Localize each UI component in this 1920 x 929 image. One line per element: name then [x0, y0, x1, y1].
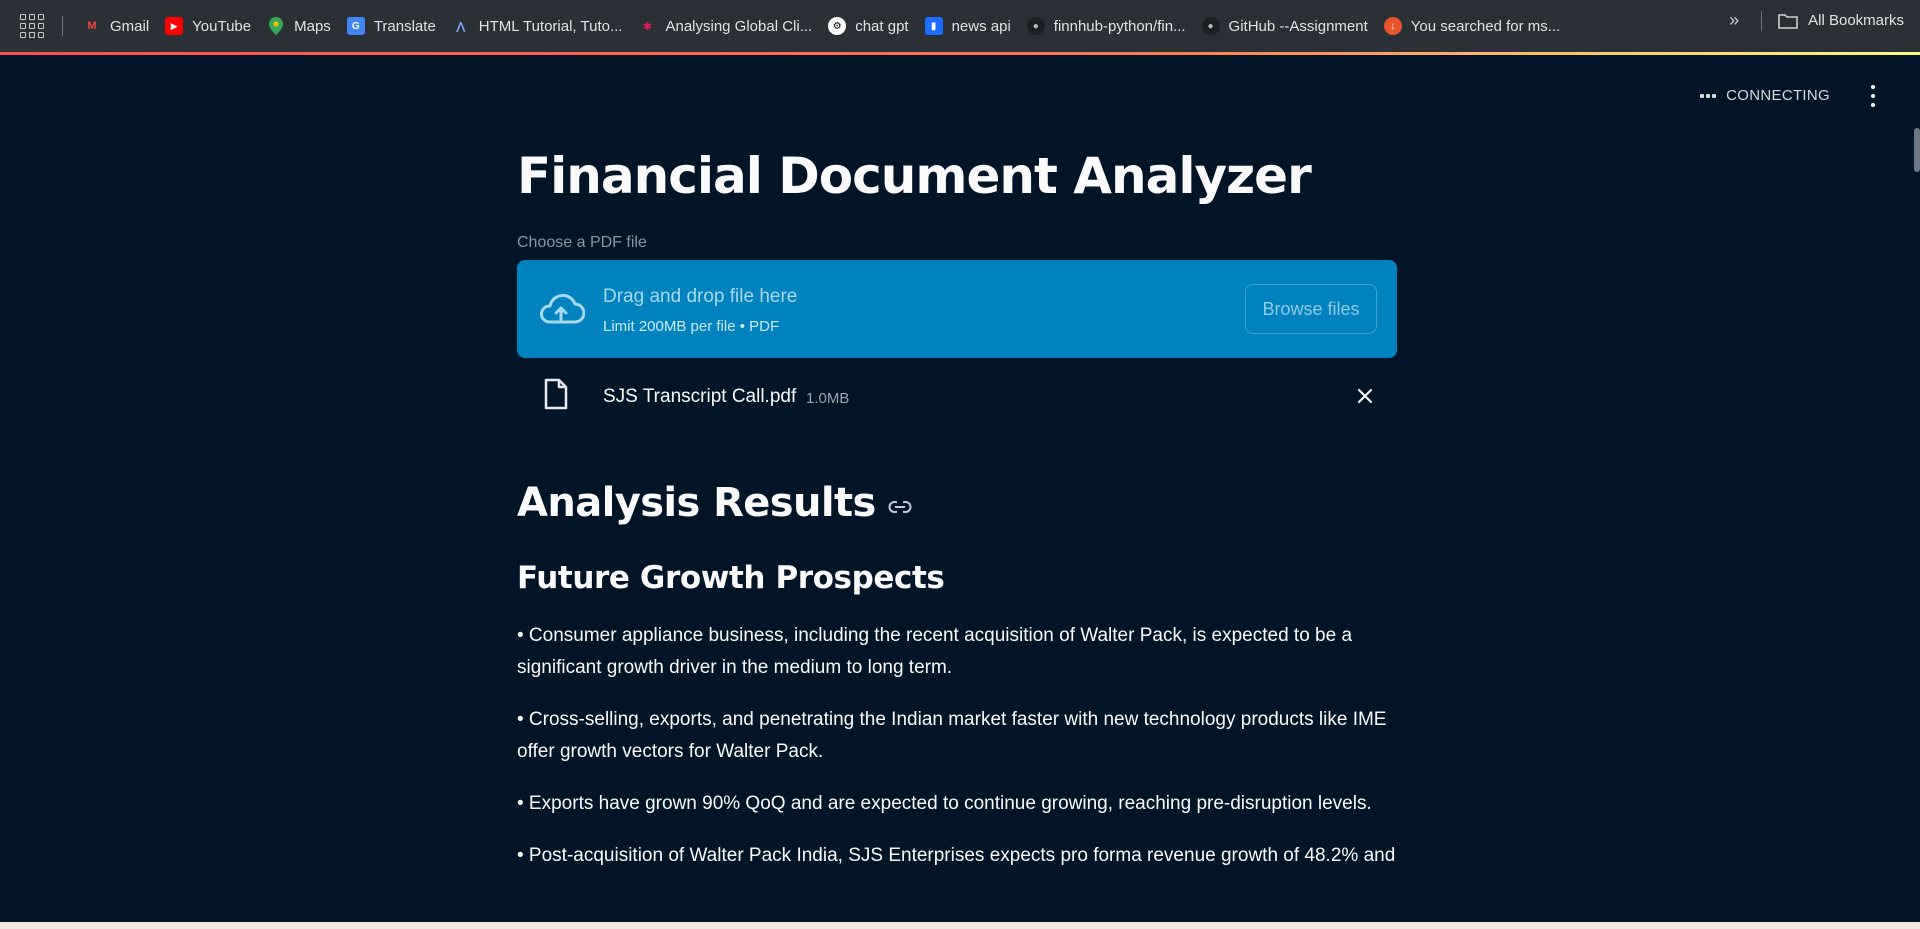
bottom-edge [0, 922, 1920, 929]
bookmark-label: finnhub-python/fin... [1053, 17, 1186, 35]
github-icon: ● [1026, 17, 1045, 35]
page-title: Financial Document Analyzer [517, 147, 1312, 205]
streamlit-app: CONNECTING Financial Document Analyzer C… [0, 55, 1920, 929]
bookmark-maps[interactable]: Maps [259, 10, 339, 42]
results-heading-text: Analysis Results [517, 480, 876, 526]
dropzone-title: Drag and drop file here [603, 286, 798, 307]
bookmark-label: Translate [373, 17, 436, 35]
main-menu-icon[interactable] [1868, 85, 1878, 107]
bookmarks-divider [62, 16, 63, 36]
maps-icon [267, 17, 285, 35]
browse-files-button[interactable]: Browse files [1245, 284, 1377, 334]
bookmark-label: You searched for ms... [1410, 17, 1561, 35]
list-item: • Exports have grown 90% QoQ and are exp… [517, 793, 1372, 814]
youtube-icon: ▶ [165, 17, 184, 35]
list-item: • Consumer appliance business, including… [517, 625, 1353, 678]
bookmark-news-api[interactable]: ▮ news api [917, 10, 1019, 42]
bookmark-label: HTML Tutorial, Tuto... [478, 17, 623, 35]
bookmark-label: YouTube [192, 17, 252, 35]
bookmark-label: Gmail [110, 17, 150, 35]
file-dropzone[interactable]: Drag and drop file here Limit 200MB per … [517, 260, 1397, 358]
all-bookmarks-label: All Bookmarks [1808, 12, 1904, 29]
bookmark-github-assignment[interactable]: ● GitHub --Assignment [1194, 10, 1376, 42]
bookmark-gmail[interactable]: M Gmail [75, 10, 157, 42]
section-heading: Future Growth Prospects [517, 560, 945, 596]
bookmark-label: news api [951, 17, 1011, 35]
all-bookmarks-button[interactable]: All Bookmarks [1778, 12, 1904, 29]
chevron-double-right-icon[interactable]: » [1729, 10, 1739, 31]
bookmark-translate[interactable]: G Translate [339, 10, 444, 42]
bookmark-label: Analysing Global Cli... [665, 17, 813, 35]
list-item: • Post-acquisition of Walter Pack India,… [517, 845, 1396, 866]
apps-grid-icon[interactable] [20, 14, 44, 38]
bookmark-label: Maps [294, 17, 331, 35]
connection-status: CONNECTING [1700, 87, 1830, 104]
uploaded-file-name: SJS Transcript Call.pdf [603, 386, 797, 407]
bookmark-label: GitHub --Assignment [1228, 17, 1368, 35]
scrollbar[interactable] [1914, 128, 1920, 172]
remove-file-icon[interactable] [1353, 384, 1377, 408]
bookmark-finnhub[interactable]: ● finnhub-python/fin... [1019, 10, 1194, 42]
anchor-link-icon[interactable] [888, 500, 912, 514]
bookmark-youtube[interactable]: ▶ YouTube [157, 10, 259, 42]
uploaded-file-size: 1.0MB [806, 390, 850, 407]
cloud-upload-icon [540, 293, 585, 324]
gmail-icon: M [87, 20, 97, 32]
list-item: • Cross-selling, exports, and penetratin… [517, 709, 1387, 762]
dropzone-subtitle: Limit 200MB per file • PDF [603, 318, 780, 335]
bookmark-analysing-global[interactable]: ✱ Analysing Global Cli... [630, 10, 820, 42]
connecting-icon [1700, 93, 1717, 98]
file-icon [544, 378, 568, 410]
uploaded-file-row: SJS Transcript Call.pdf 1.0MB [517, 372, 1397, 420]
bookmark-html-tutorial[interactable]: ⋀ HTML Tutorial, Tuto... [444, 10, 631, 42]
newsapi-icon: ▮ [924, 17, 943, 35]
status-text: CONNECTING [1726, 87, 1830, 104]
bookmarks-bar: M Gmail ▶ YouTube Maps G Translate ⋀ HTM… [0, 0, 1920, 52]
w3schools-icon: ⋀ [456, 20, 466, 33]
github-icon: ● [1201, 17, 1220, 35]
bookmark-chat-gpt[interactable]: ⚙ chat gpt [820, 10, 916, 42]
bookmark-label: chat gpt [855, 17, 909, 35]
results-heading: Analysis Results [517, 480, 912, 526]
chatgpt-icon: ⚙ [828, 17, 847, 35]
uploader-label: Choose a PDF file [517, 234, 647, 251]
folder-icon [1778, 13, 1798, 29]
translate-icon: G [346, 17, 365, 35]
bookmarks-divider [1761, 10, 1763, 31]
bookmark-you-searched[interactable]: ↓ You searched for ms... [1376, 10, 1569, 42]
slack-icon: ✱ [642, 20, 653, 33]
bullet-list: • Consumer appliance business, including… [517, 620, 1397, 892]
download-icon: ↓ [1383, 17, 1402, 35]
